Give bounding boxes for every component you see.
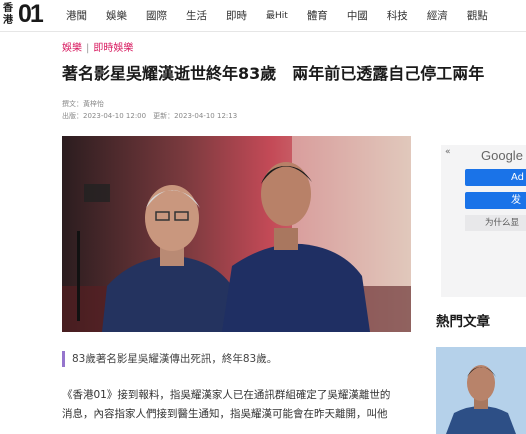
- article-dates: 出版：2023-04-10 12:00 更新：2023-04-10 12:13: [62, 112, 238, 120]
- nav-item-opinion[interactable]: 觀點: [467, 8, 488, 23]
- nav-item-instant[interactable]: 即時: [226, 8, 247, 23]
- hot-article-thumbnail[interactable]: [436, 347, 526, 434]
- ad-panel[interactable]: « Google Ad 发 为什么显: [441, 145, 526, 297]
- thumbnail-illustration: [436, 347, 526, 434]
- article-body: 《香港01》接到報料，指吳耀漢家人已在通訊群組確定了吳耀漢離世的 消息，內容指家…: [62, 386, 412, 424]
- hot-articles-title: 熱門文章: [436, 314, 490, 330]
- logo-text: 香港: [3, 3, 13, 26]
- nav-item-tech[interactable]: 科技: [387, 8, 408, 23]
- article-title: 著名影星吳耀漢逝世終年83歲 兩年前已透露自己停工兩年: [62, 64, 485, 83]
- photo-illustration: [62, 136, 411, 332]
- nav-item-economy[interactable]: 經濟: [427, 8, 448, 23]
- breadcrumb-section[interactable]: 娛樂: [62, 43, 82, 54]
- nav-item-hit[interactable]: 最Hit: [266, 8, 288, 23]
- nav-item-news[interactable]: 港聞: [66, 8, 87, 23]
- nav-item-china[interactable]: 中國: [347, 8, 368, 23]
- ad-button-2[interactable]: 发: [465, 192, 526, 209]
- ad-back-icon[interactable]: «: [445, 147, 451, 157]
- body-line: 消息，內容指家人們接到醫生通知，指吳耀漢可能會在昨天離開，叫他: [62, 408, 388, 420]
- logo-number: 01: [18, 0, 44, 28]
- photo-caption: 83歲著名影星吳耀漢傳出死訊，終年83歲。: [62, 351, 277, 367]
- article-author: 撰文：黃梓怡: [62, 100, 104, 108]
- breadcrumb-subsection[interactable]: 即時娛樂: [93, 43, 133, 54]
- breadcrumb-separator: |: [86, 43, 90, 54]
- nav-item-sports[interactable]: 體育: [307, 8, 328, 23]
- ad-why-button[interactable]: 为什么显: [465, 215, 526, 231]
- nav-item-international[interactable]: 國際: [146, 8, 167, 23]
- nav-item-life[interactable]: 生活: [186, 8, 207, 23]
- breadcrumb: 娛樂 | 即時娛樂: [62, 39, 133, 54]
- article-photo[interactable]: [62, 136, 411, 332]
- site-logo[interactable]: 香港 01: [3, 0, 53, 28]
- article-meta: 撰文：黃梓怡 出版：2023-04-10 12:00 更新：2023-04-10…: [62, 98, 237, 122]
- top-nav-bar: 香港 01 港聞 娛樂 國際 生活 即時 最Hit 體育 中國 科技 經濟 觀點: [0, 0, 526, 32]
- ad-brand: Google: [481, 148, 523, 163]
- main-nav: 港聞 娛樂 國際 生活 即時 最Hit 體育 中國 科技 經濟 觀點: [66, 8, 507, 23]
- body-line: 《香港01》接到報料，指吳耀漢家人已在通訊群組確定了吳耀漢離世的: [62, 389, 391, 401]
- ad-button-1[interactable]: Ad: [465, 169, 526, 186]
- nav-item-entertainment[interactable]: 娛樂: [106, 8, 127, 23]
